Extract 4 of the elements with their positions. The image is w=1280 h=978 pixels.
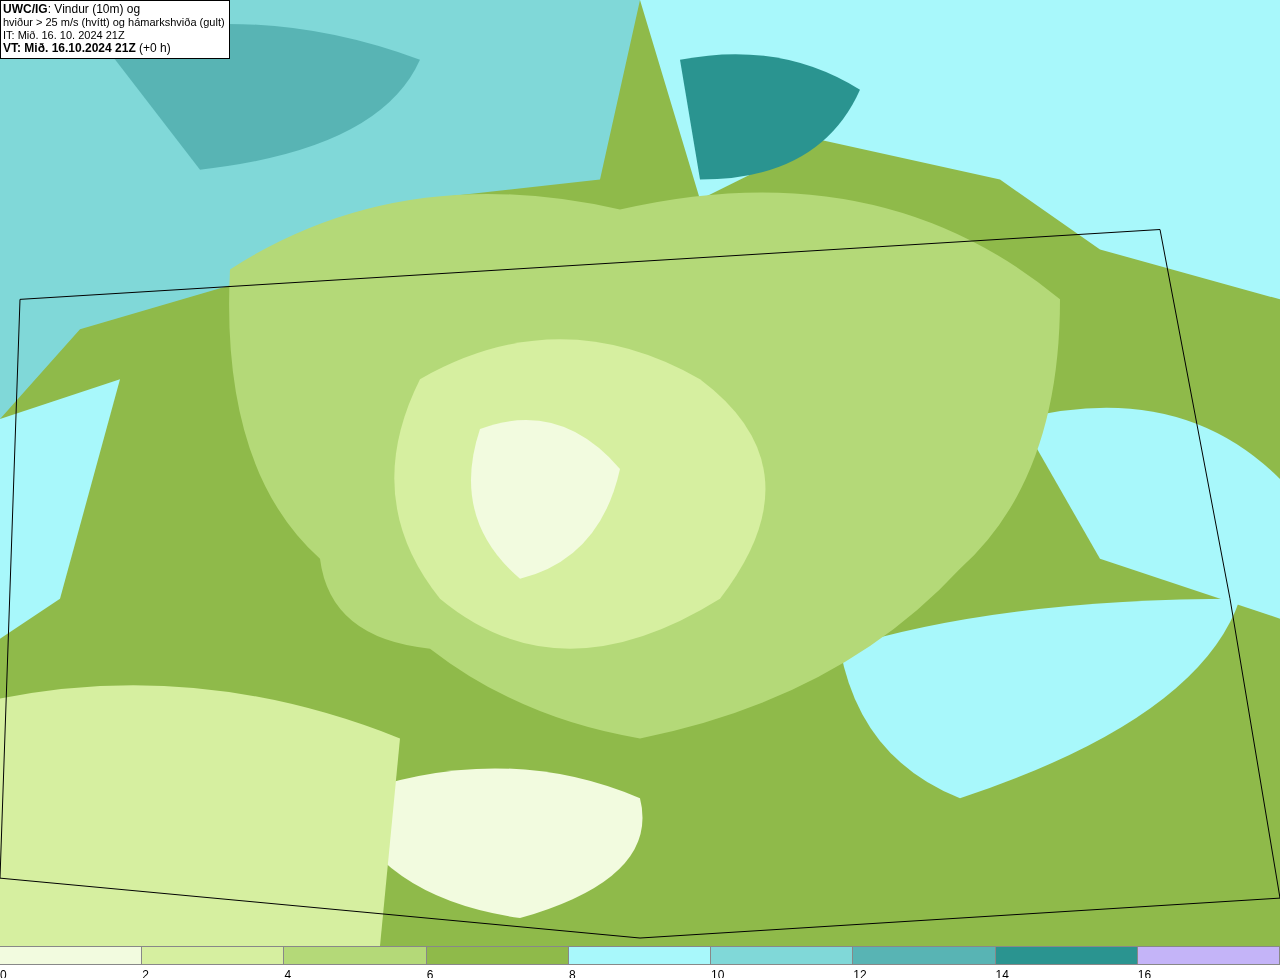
issue-time: IT: Mið. 16. 10. 2024 21Z <box>3 29 126 42</box>
map-title: UWC/IG: Vindur (10m) og <box>3 3 142 16</box>
valid-time: VT: Mið. 16.10.2024 21Z (+0 h) <box>3 42 172 55</box>
map-subtitle: hviður > 25 m/s (hvítt) og hámarkshviða (gult) <box>3 16 225 29</box>
